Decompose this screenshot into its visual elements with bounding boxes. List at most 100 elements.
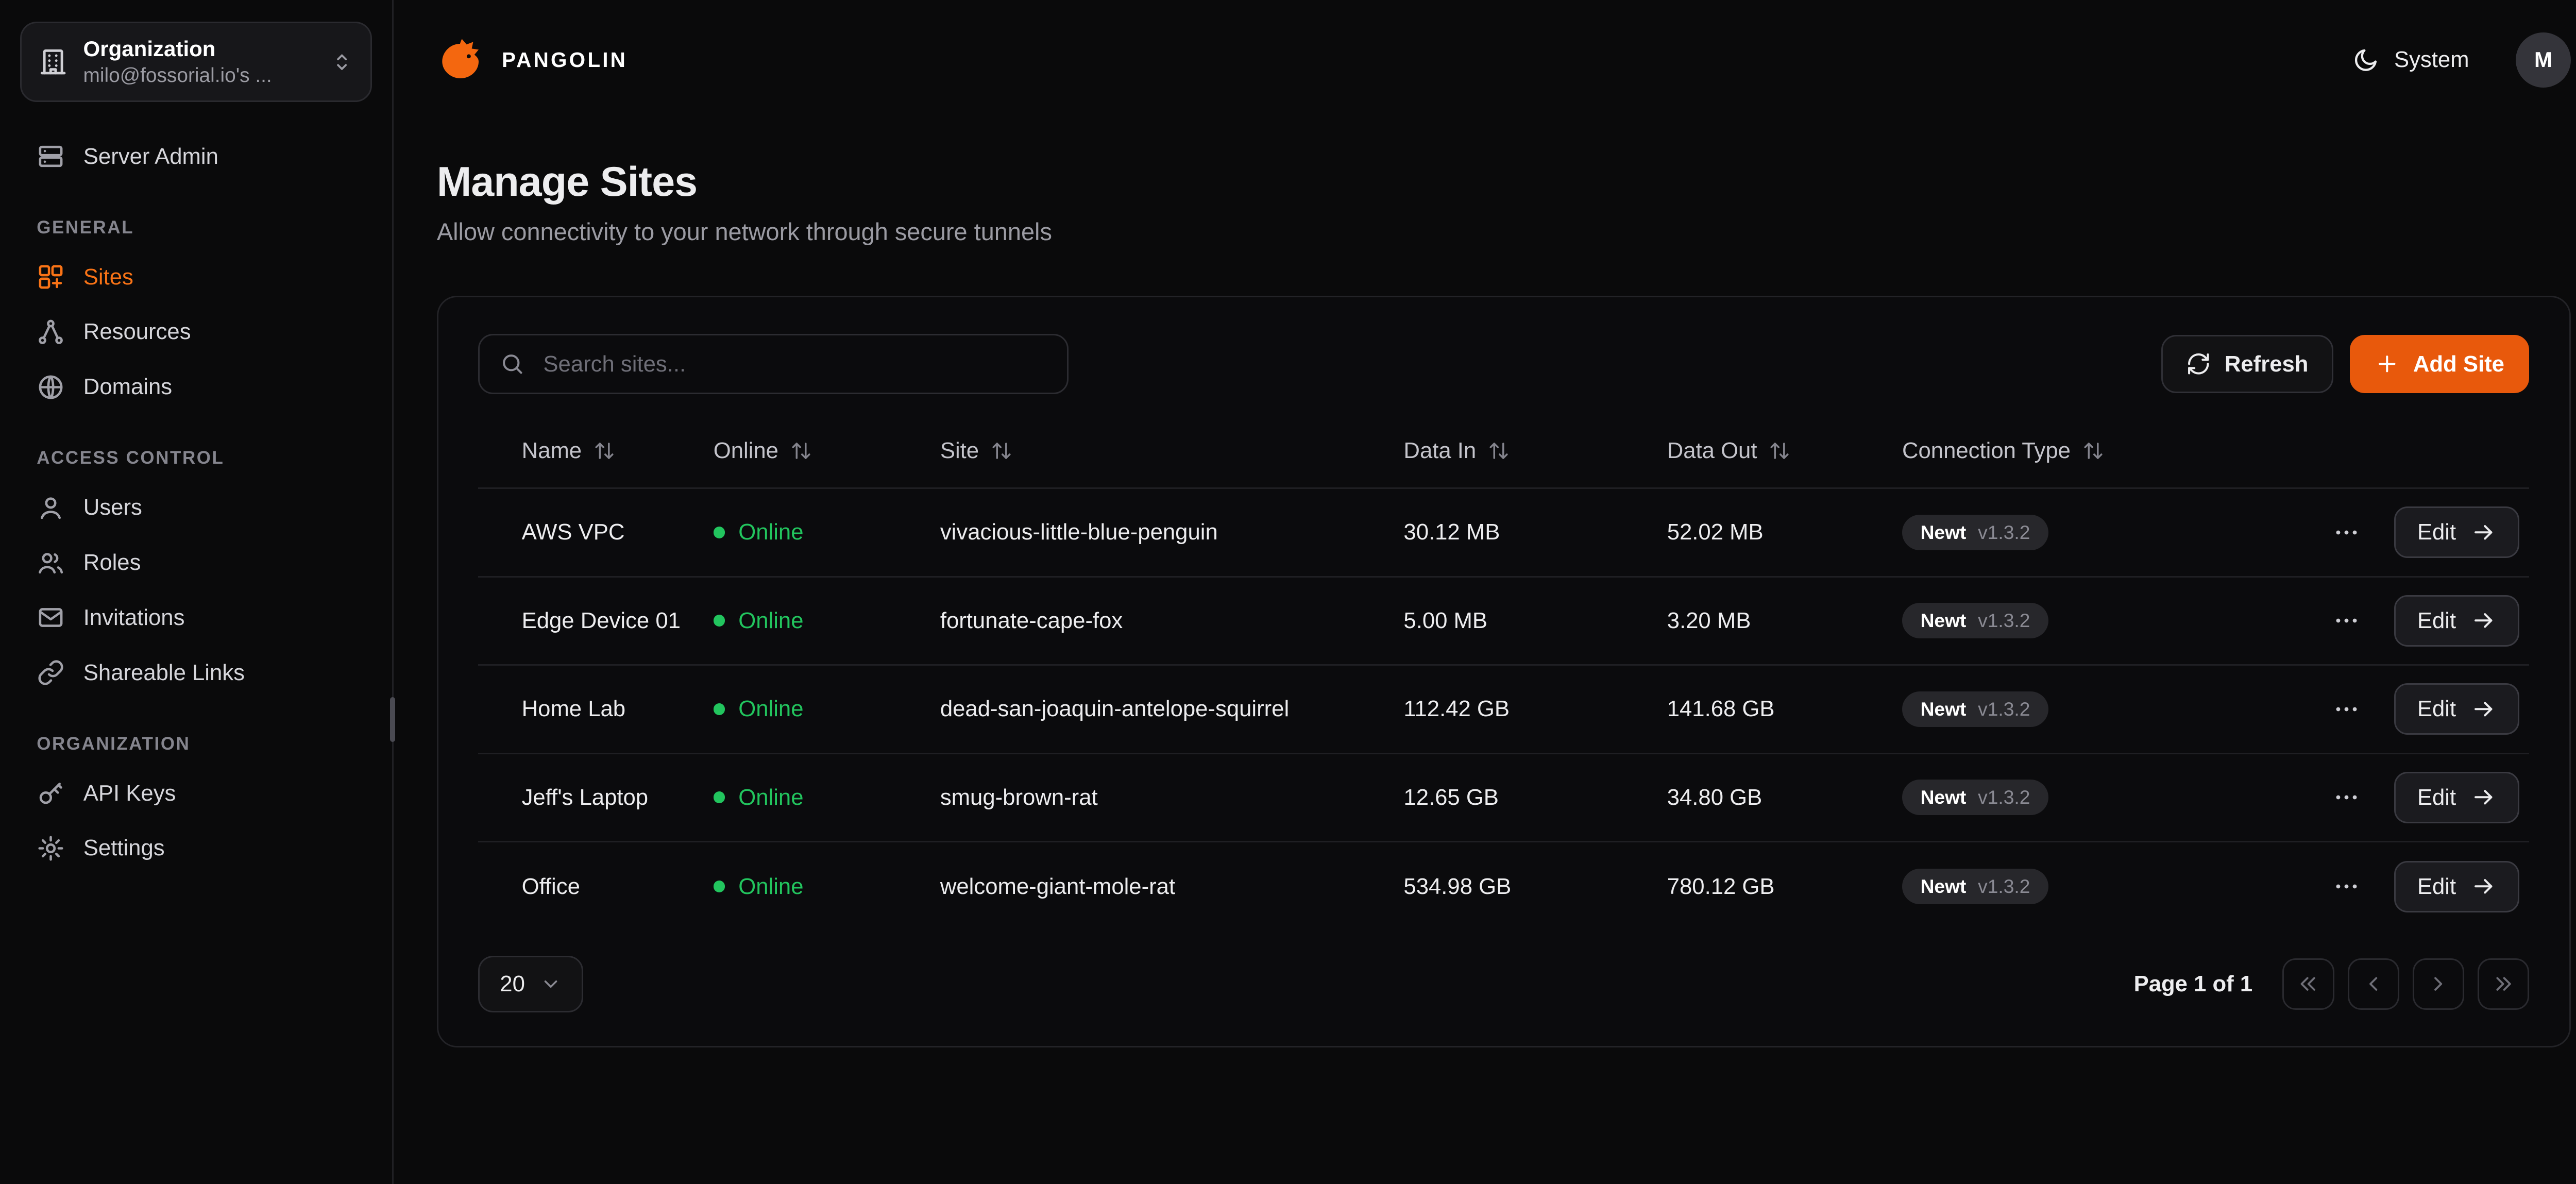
sidebar-item-resources[interactable]: Resources	[20, 305, 372, 360]
brand-name: PANGOLIN	[502, 48, 628, 72]
sidebar-item-label: Settings	[83, 835, 165, 861]
sidebar-item-roles[interactable]: Roles	[20, 535, 372, 590]
sidebar-item-server-admin[interactable]: Server Admin	[20, 129, 372, 184]
sidebar-item-invitations[interactable]: Invitations	[20, 590, 372, 645]
pagination-last-button[interactable]	[2478, 958, 2529, 1010]
theme-label: System	[2394, 47, 2469, 73]
org-selector[interactable]: Organization milo@fossorial.io's ...	[20, 22, 372, 102]
connection-type-badge: Newt v1.3.2	[1902, 780, 2048, 815]
site-id-cell: vivacious-little-blue-penguin	[940, 519, 1404, 545]
edit-button[interactable]: Edit	[2394, 595, 2519, 647]
arrow-right-icon	[2471, 785, 2496, 810]
edit-button[interactable]: Edit	[2394, 683, 2519, 735]
site-id-cell: fortunate-cape-fox	[940, 608, 1404, 634]
site-id-cell: welcome-giant-mole-rat	[940, 874, 1404, 900]
pagination-next-button[interactable]	[2413, 958, 2464, 1010]
connection-version: v1.3.2	[1978, 698, 2030, 720]
online-status-label: Online	[738, 696, 803, 722]
users-icon	[37, 549, 65, 577]
edit-label: Edit	[2417, 608, 2456, 634]
edit-button[interactable]: Edit	[2394, 506, 2519, 558]
online-status-label: Online	[738, 874, 803, 900]
data-out-cell: 3.20 MB	[1667, 608, 1902, 634]
data-in-cell: 534.98 GB	[1403, 874, 1667, 900]
pagination-prev-button[interactable]	[2348, 958, 2399, 1010]
connection-type-badge: Newt v1.3.2	[1902, 691, 2048, 727]
sidebar-item-api-keys[interactable]: API Keys	[20, 766, 372, 821]
search-box	[478, 334, 1069, 394]
sites-panel: Refresh Add Site Name Online	[437, 296, 2571, 1047]
row-menu-button[interactable]	[2326, 866, 2367, 907]
search-input[interactable]	[540, 349, 1047, 378]
edit-button[interactable]: Edit	[2394, 772, 2519, 823]
online-dot-icon	[714, 615, 725, 627]
pagination-first-button[interactable]	[2282, 958, 2334, 1010]
page-title: Manage Sites	[437, 158, 2571, 206]
ellipsis-icon	[2332, 606, 2361, 635]
row-actions-cell: Edit	[2215, 861, 2529, 912]
page-size-select[interactable]: 20	[478, 956, 583, 1012]
column-header-name[interactable]: Name	[478, 414, 713, 487]
edit-button[interactable]: Edit	[2394, 861, 2519, 912]
avatar[interactable]: M	[2516, 32, 2571, 88]
site-status-cell: Online	[714, 874, 940, 900]
row-menu-button[interactable]	[2326, 776, 2367, 818]
sidebar-item-sites[interactable]: Sites	[20, 249, 372, 305]
sites-toolbar: Refresh Add Site	[478, 334, 2529, 394]
data-in-cell: 5.00 MB	[1403, 608, 1667, 634]
site-id-cell: dead-san-joaquin-antelope-squirrel	[940, 696, 1404, 722]
connection-name: Newt	[1921, 698, 1967, 720]
edit-label: Edit	[2417, 785, 2456, 810]
sidebar-section-access-control: ACCESS CONTROL	[37, 448, 355, 468]
row-menu-button[interactable]	[2326, 688, 2367, 730]
connection-type-cell: Newt v1.3.2	[1902, 780, 2215, 815]
data-in-cell: 112.42 GB	[1403, 696, 1667, 722]
refresh-label: Refresh	[2225, 351, 2309, 377]
connection-type-cell: Newt v1.3.2	[1902, 515, 2215, 550]
row-menu-button[interactable]	[2326, 512, 2367, 553]
user-icon	[37, 494, 65, 522]
waypoints-icon	[37, 318, 65, 346]
sidebar-item-shareable-links[interactable]: Shareable Links	[20, 645, 372, 700]
arrow-right-icon	[2471, 608, 2496, 633]
pangolin-logo-icon	[437, 35, 487, 85]
theme-toggle[interactable]: System	[2343, 45, 2479, 75]
edit-label: Edit	[2417, 519, 2456, 545]
site-name-cell: Office	[478, 874, 713, 900]
server-icon	[37, 142, 65, 171]
ellipsis-icon	[2332, 872, 2361, 901]
sidebar-item-label: Server Admin	[83, 144, 218, 170]
sites-table: Name Online Site Data In	[478, 414, 2529, 931]
connection-version: v1.3.2	[1978, 610, 2030, 632]
sidebar-item-settings[interactable]: Settings	[20, 821, 372, 876]
sidebar-item-domains[interactable]: Domains	[20, 360, 372, 415]
column-header-connection-type[interactable]: Connection Type	[1902, 414, 2215, 487]
online-status-label: Online	[738, 785, 803, 810]
row-menu-button[interactable]	[2326, 600, 2367, 641]
sidebar-scrollbar[interactable]	[390, 697, 395, 742]
topbar: PANGOLIN System M	[394, 0, 2576, 120]
sidebar-item-label: Roles	[83, 550, 141, 576]
refresh-button[interactable]: Refresh	[2161, 335, 2333, 393]
link-icon	[37, 658, 65, 687]
org-selector-text: Organization milo@fossorial.io's ...	[83, 35, 272, 89]
add-site-button[interactable]: Add Site	[2350, 335, 2529, 393]
column-header-online[interactable]: Online	[714, 414, 940, 487]
chevrons-up-down-icon	[330, 50, 353, 74]
column-header-data-out[interactable]: Data Out	[1667, 414, 1902, 487]
arrow-right-icon	[2471, 874, 2496, 899]
column-header-site[interactable]: Site	[940, 414, 1404, 487]
sort-icon	[1488, 440, 1510, 462]
ellipsis-icon	[2332, 695, 2361, 723]
moon-icon	[2352, 47, 2379, 74]
connection-version: v1.3.2	[1978, 786, 2030, 808]
add-site-label: Add Site	[2413, 351, 2504, 377]
edit-label: Edit	[2417, 874, 2456, 900]
table-row: Jeff's Laptop Online smug-brown-rat 12.6…	[478, 754, 2529, 843]
page-subtitle: Allow connectivity to your network throu…	[437, 218, 2571, 246]
sort-icon	[991, 440, 1012, 462]
chevron-left-icon	[2362, 972, 2385, 995]
column-header-data-in[interactable]: Data In	[1403, 414, 1667, 487]
sidebar-item-users[interactable]: Users	[20, 480, 372, 535]
topbar-right: System M	[2343, 32, 2571, 88]
